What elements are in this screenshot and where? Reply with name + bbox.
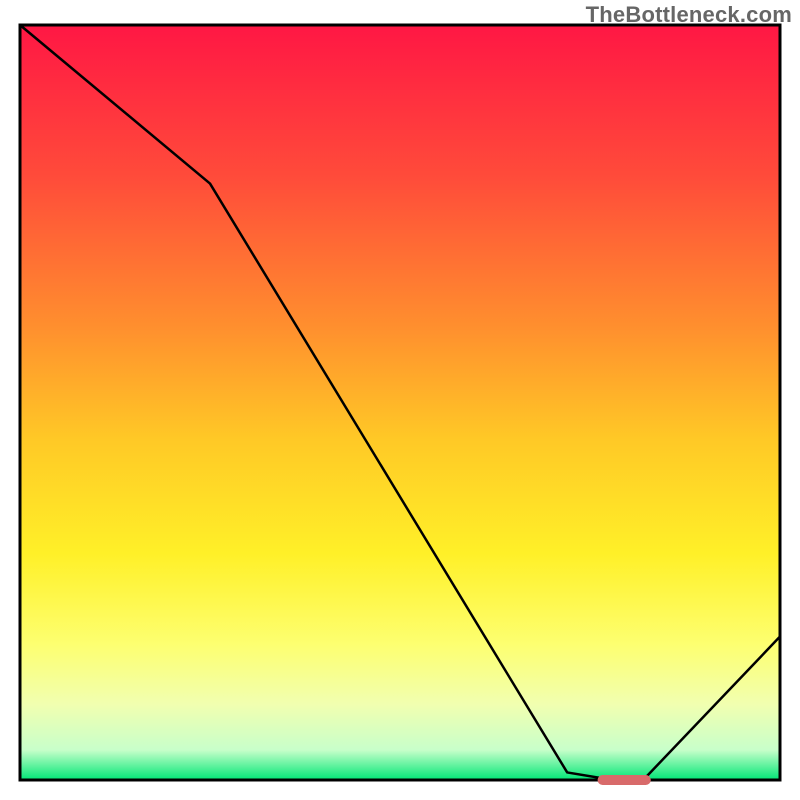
gradient-background	[20, 25, 780, 780]
chart-svg	[0, 0, 800, 800]
optimum-marker	[598, 775, 651, 785]
bottleneck-chart: TheBottleneck.com	[0, 0, 800, 800]
watermark-text: TheBottleneck.com	[586, 2, 792, 28]
